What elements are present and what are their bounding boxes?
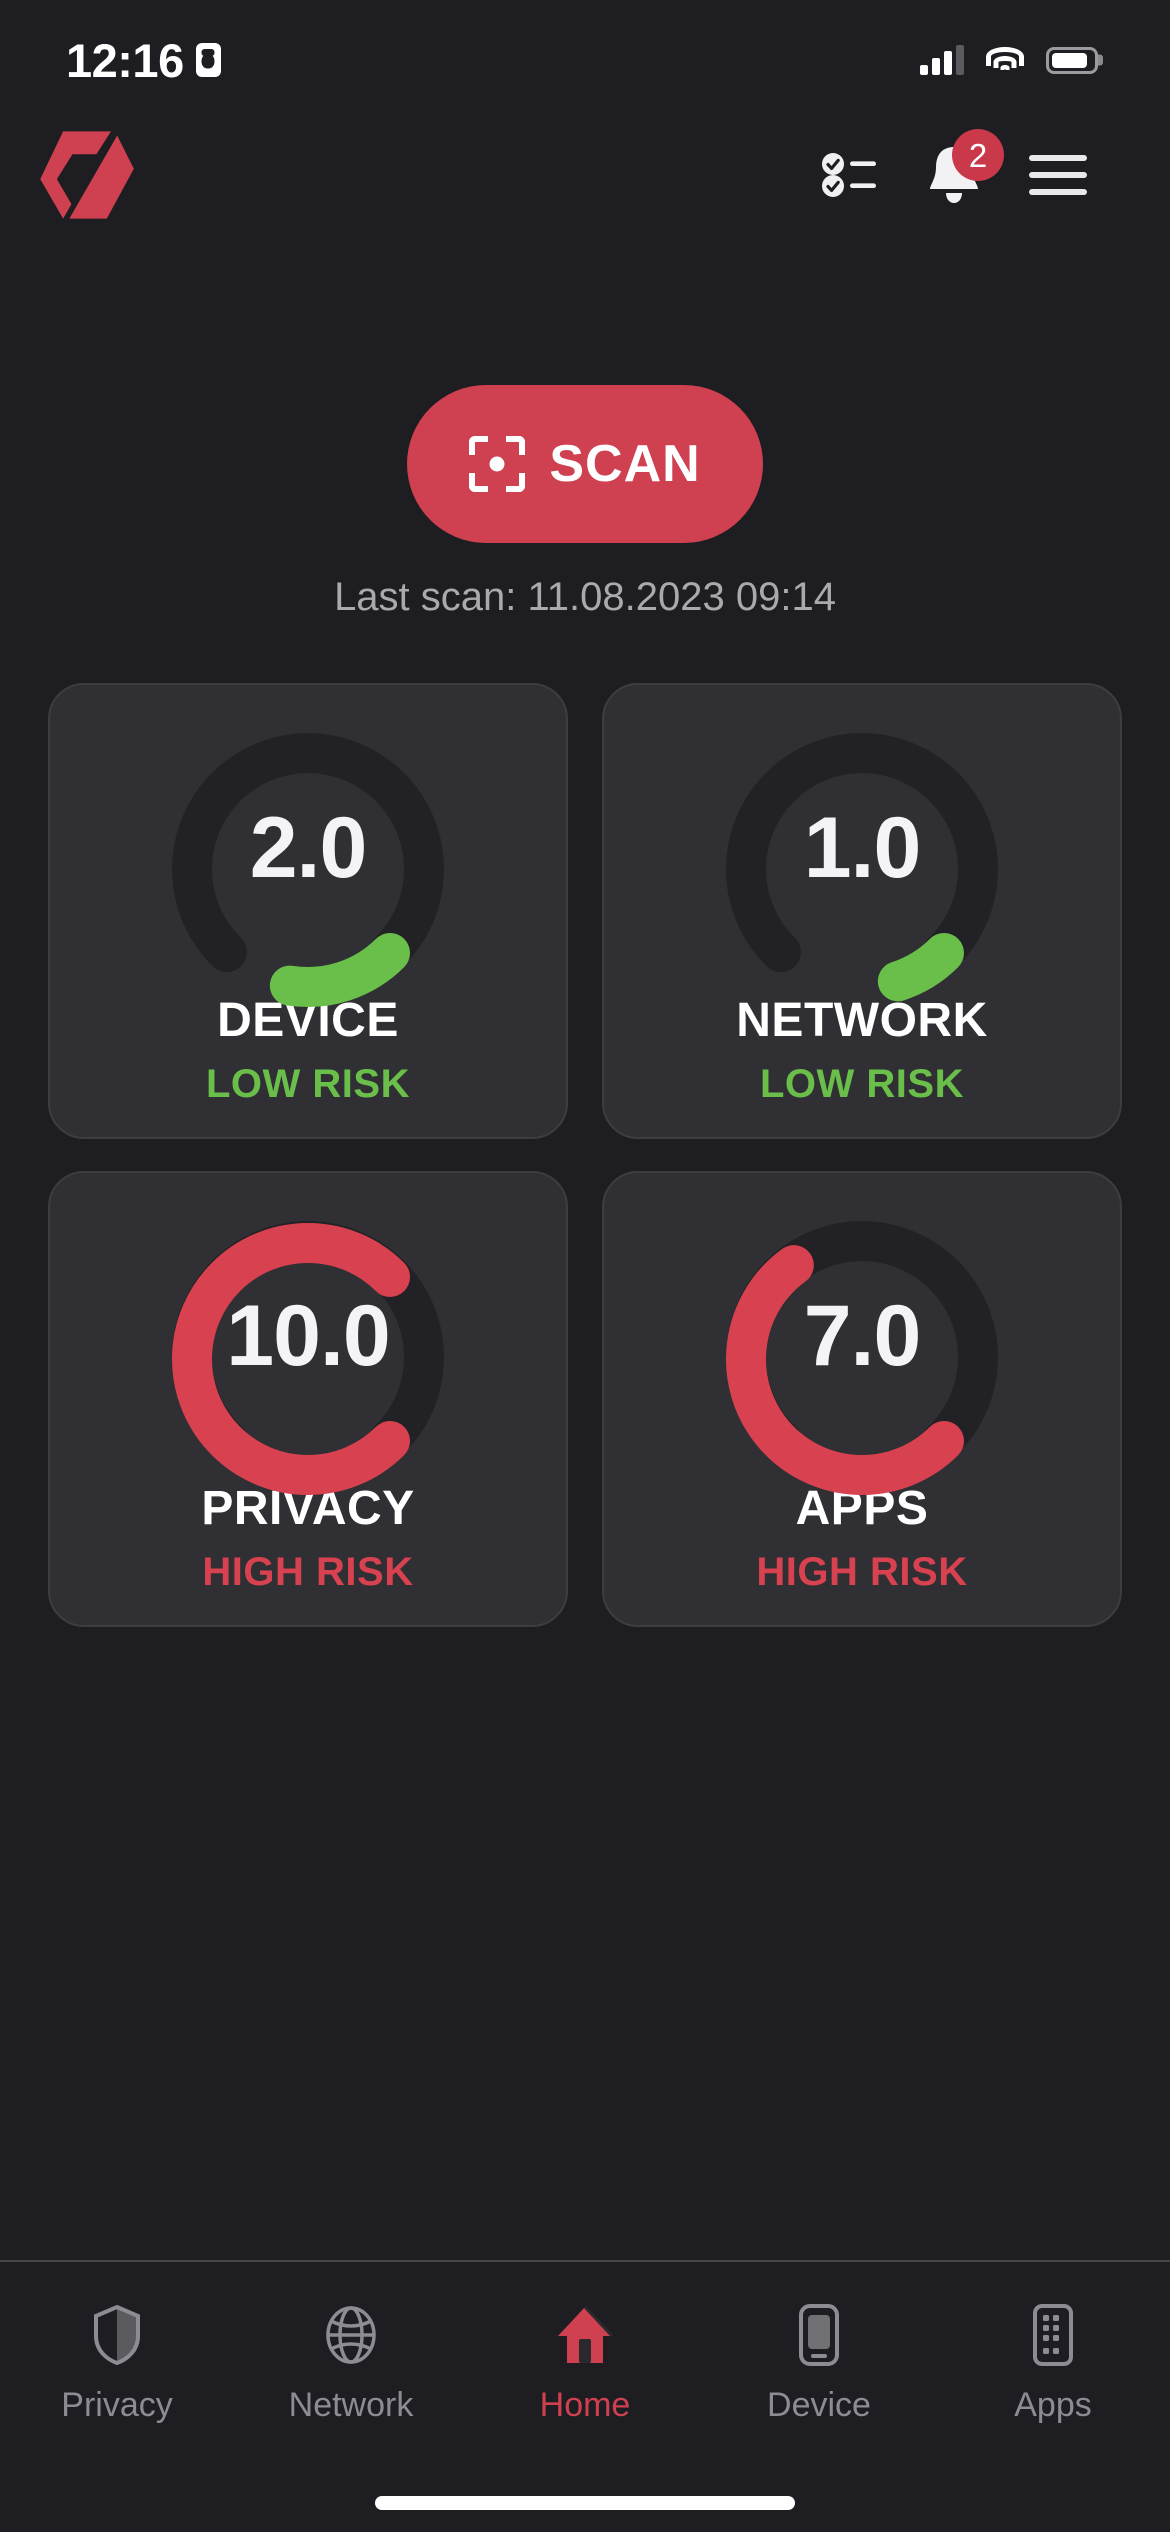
scan-section: SCAN Last scan: 11.08.2023 09:14: [0, 385, 1170, 620]
scan-button[interactable]: SCAN: [407, 385, 763, 543]
globe-icon: [320, 2300, 382, 2370]
gauge-apps: 7.0: [712, 1209, 1012, 1495]
risk-label: HIGH RISK: [756, 1550, 968, 1594]
bell-wrapper: 2: [924, 129, 1004, 207]
tab-apps[interactable]: Apps: [936, 2262, 1170, 2462]
tab-label: Device: [767, 2386, 871, 2424]
house-icon: [554, 2300, 616, 2370]
app-screen: 12:16 2 SCAN Last scan: 11.08.2023 09:14…: [0, 0, 1170, 2532]
status-bar-left: 12:16: [66, 33, 221, 88]
checklist-button[interactable]: [798, 123, 902, 227]
status-bar: 12:16: [0, 0, 1170, 120]
risk-card-apps[interactable]: 7.0 APPS HIGH RISK: [602, 1171, 1122, 1627]
phone-icon: [788, 2300, 850, 2370]
app-header: 2: [0, 120, 1170, 230]
scan-frame-icon: [469, 436, 526, 492]
tab-label: Apps: [1014, 2386, 1092, 2424]
tab-privacy[interactable]: Privacy: [0, 2262, 234, 2462]
last-scan-text: Last scan: 11.08.2023 09:14: [334, 575, 836, 619]
app-logo: [34, 123, 138, 227]
menu-button[interactable]: [1006, 123, 1110, 227]
status-bar-clock: 12:16: [66, 33, 184, 87]
gauge-value: 7.0: [803, 1287, 922, 1384]
wifi-icon: [986, 45, 1024, 75]
tab-home[interactable]: Home: [468, 2262, 702, 2462]
gauge-value: 10.0: [226, 1287, 390, 1384]
gauge-value: 2.0: [249, 799, 368, 896]
shield-icon: [86, 2300, 148, 2370]
risk-label: LOW RISK: [760, 1062, 964, 1106]
checklist-icon: [822, 153, 876, 197]
risk-card-device[interactable]: 2.0 DEVICE LOW RISK: [48, 683, 568, 1139]
risk-label: HIGH RISK: [202, 1550, 414, 1594]
gauge-device: 2.0: [158, 721, 458, 1007]
risk-cards-grid: 2.0 DEVICE LOW RISK 1.0 NETWORK LOW RISK: [48, 683, 1122, 1627]
risk-card-privacy[interactable]: 10.0 PRIVACY HIGH RISK: [48, 1171, 568, 1627]
home-indicator[interactable]: [375, 2496, 795, 2510]
apps-grid-icon: [1022, 2300, 1084, 2370]
risk-card-network[interactable]: 1.0 NETWORK LOW RISK: [602, 683, 1122, 1139]
gauge-network: 1.0: [712, 721, 1012, 1002]
tab-device[interactable]: Device: [702, 2262, 936, 2462]
hamburger-menu-icon: [1029, 155, 1087, 195]
tab-list: Privacy Network Home Device Apps: [0, 2262, 1170, 2462]
header-actions: 2: [798, 123, 1110, 227]
tab-label: Home: [539, 2386, 631, 2424]
status-bar-right: [920, 45, 1098, 75]
scan-button-label: SCAN: [549, 435, 701, 493]
gauge-value: 1.0: [803, 799, 922, 896]
risk-label: LOW RISK: [206, 1062, 410, 1106]
notification-badge: 2: [952, 129, 1004, 181]
notifications-button[interactable]: 2: [902, 123, 1006, 227]
screen-record-icon: [195, 43, 221, 77]
battery-icon: [1046, 46, 1098, 74]
tab-label: Network: [288, 2386, 414, 2424]
tab-label: Privacy: [61, 2386, 173, 2424]
cellular-signal-icon: [920, 45, 964, 75]
gauge-privacy: 10.0: [158, 1209, 458, 1495]
bottom-navigation: Privacy Network Home Device Apps: [0, 2260, 1170, 2532]
tab-network[interactable]: Network: [234, 2262, 468, 2462]
